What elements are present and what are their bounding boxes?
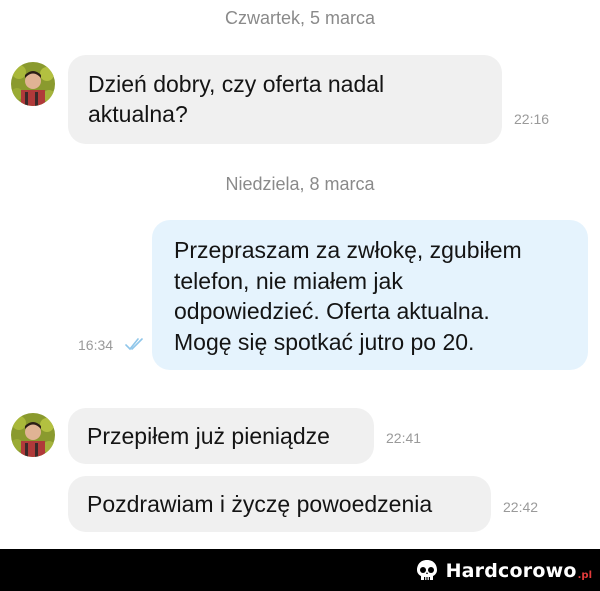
message-time: 22:16	[514, 111, 550, 127]
message-text: Mogę się spotkać jutro po 20.	[174, 328, 475, 355]
skull-logo-icon	[416, 560, 437, 580]
avatar-icon	[11, 62, 55, 106]
message-time: 22:41	[386, 430, 422, 446]
message-text: Pozdrawiam i życzę powoedzenia	[87, 491, 433, 517]
message-bubble[interactable]: Pozdrawiam i życzę powoedzenia	[68, 476, 491, 532]
watermark-bar: Hardcorowo .pl	[0, 549, 600, 591]
avatar-icon[interactable]	[11, 413, 55, 457]
logo-tld: .pl	[577, 570, 592, 581]
message-text: odpowiedzieć. Oferta aktualna.	[174, 298, 490, 324]
message-bubble[interactable]: Dzień dobry, czy oferta nadal aktualna?	[68, 55, 502, 144]
date-separator: Niedziela, 8 marca	[225, 174, 375, 194]
message-bubble[interactable]: Przepiłem już pieniądze	[68, 408, 374, 464]
message-text: Przepiłem już pieniądze	[87, 423, 330, 449]
avatar-icon[interactable]	[11, 62, 55, 106]
double-check-icon	[124, 336, 146, 357]
avatar-icon	[11, 413, 55, 457]
message-bubble[interactable]: Przepraszam za zwłokę, zgubiłem telefon,…	[152, 220, 588, 370]
message-text: telefon, nie miałem jak	[174, 267, 403, 294]
message-text: Dzień dobry, czy oferta nadal	[88, 71, 385, 97]
message-time: 16:34	[78, 337, 114, 353]
site-logo[interactable]: Hardcorowo .pl	[414, 557, 592, 585]
logo-text: Hardcorowo	[445, 560, 577, 582]
message-text: Przepraszam za zwłokę, zgubiłem	[174, 237, 522, 263]
message-time: 22:42	[503, 499, 539, 515]
date-separator: Czwartek, 5 marca	[224, 8, 376, 28]
message-text: aktualna?	[88, 101, 188, 127]
